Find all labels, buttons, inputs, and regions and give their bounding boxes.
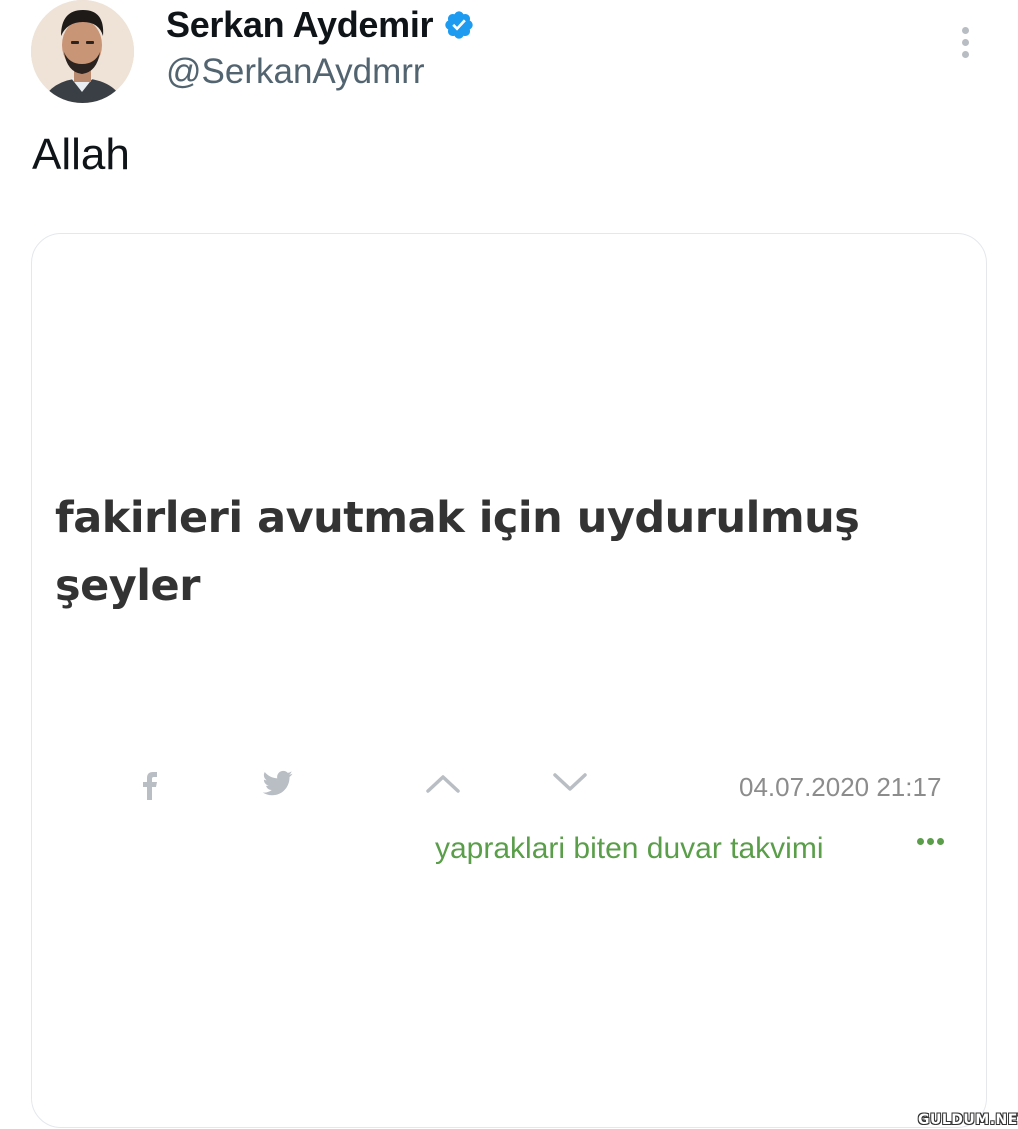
dot [917,838,924,845]
quote-text: fakirleri avutmak için uydurulmuş şeyler [55,484,955,620]
tweet-text: Allah [32,130,130,179]
more-options-icon[interactable] [950,20,980,64]
avatar[interactable] [31,0,134,103]
more-dot [961,38,969,46]
downvote-chevron-icon[interactable] [552,772,588,794]
watermark: GULDUM.NET [918,1112,1018,1128]
entry-author-link[interactable]: yapraklari biten duvar takvimi [435,832,824,866]
entry-date: 04.07.2020 21:17 [739,772,942,802]
user-handle[interactable]: @SerkanAydmrr [166,52,425,92]
dot [927,838,934,845]
more-dots-icon[interactable] [917,838,944,845]
profile-photo [31,0,134,103]
facebook-icon[interactable] [138,766,162,802]
media-card[interactable]: fakirleri avutmak için uydurulmuş şeyler… [31,233,987,1128]
dot [937,838,944,845]
display-name-row: Serkan Aydemir [166,2,475,48]
twitter-icon[interactable] [261,768,295,798]
quote-line-2: şeyler [55,561,200,611]
display-name[interactable]: Serkan Aydemir [166,4,434,46]
verified-badge-icon [445,11,473,39]
quote-line-1: fakirleri avutmak için uydurulmuş [55,493,860,543]
more-dot [961,26,969,34]
more-dot [961,50,969,58]
upvote-chevron-icon[interactable] [425,772,461,794]
